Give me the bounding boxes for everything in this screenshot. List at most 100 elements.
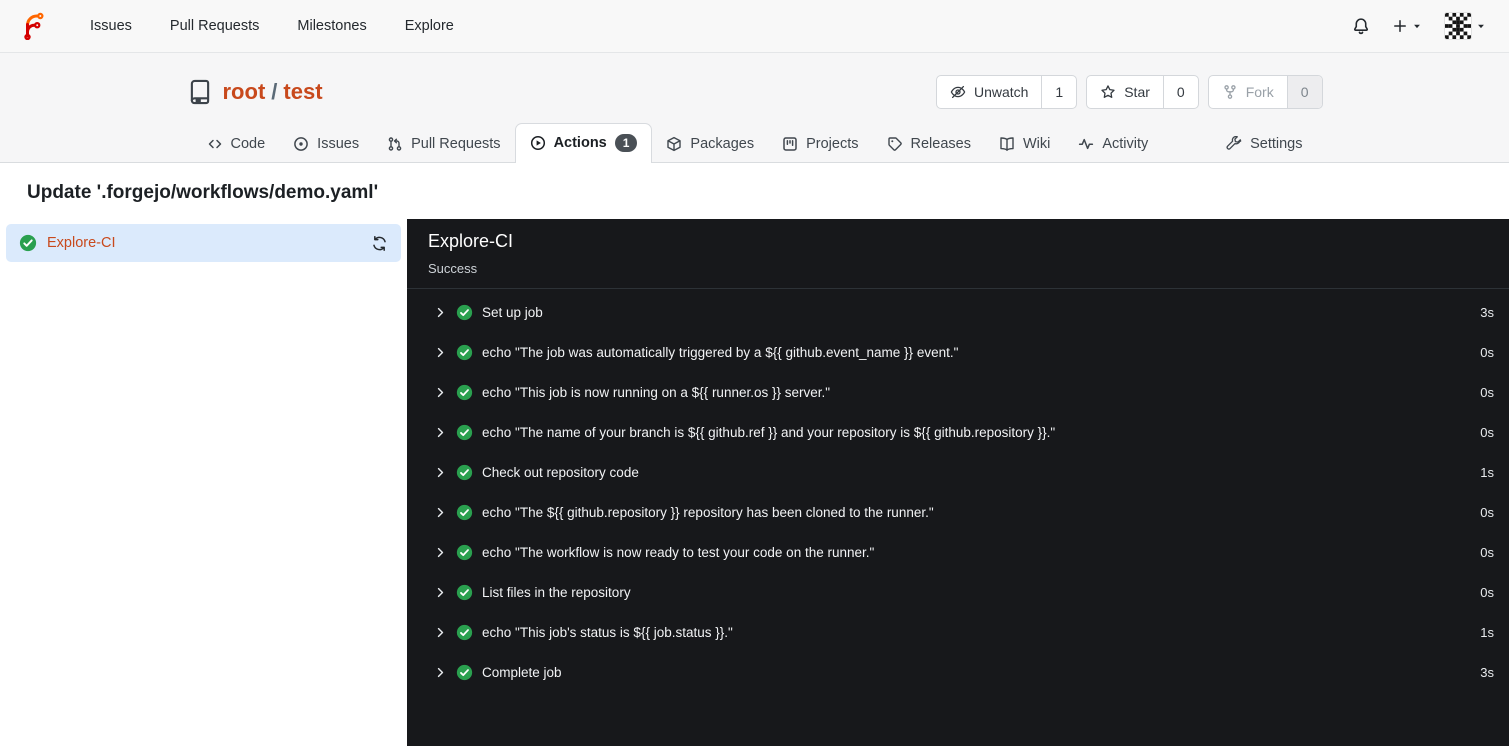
actions-run-page: Update '.forgejo/workflows/demo.yaml' Ex… xyxy=(0,163,1509,746)
success-check-icon xyxy=(456,504,473,521)
job-log-title: Explore-CI xyxy=(428,231,514,251)
chevron-right-icon xyxy=(434,506,447,519)
step-row[interactable]: echo "The workflow is now ready to test … xyxy=(407,532,1509,572)
navbar-links: Issues Pull Requests Milestones Explore xyxy=(71,8,473,44)
success-check-icon xyxy=(456,304,473,321)
play-circle-icon xyxy=(530,135,546,151)
star-label: Star xyxy=(1124,83,1150,100)
tab-code[interactable]: Code xyxy=(193,126,280,162)
job-item-explore-ci[interactable]: Explore-CI xyxy=(6,224,401,262)
unwatch-button[interactable]: Unwatch xyxy=(937,76,1041,108)
tab-wiki[interactable]: Wiki xyxy=(985,126,1064,162)
step-row[interactable]: Set up job 3s xyxy=(407,292,1509,332)
package-icon xyxy=(666,136,682,152)
tab-actions[interactable]: Actions 1 xyxy=(514,123,653,163)
step-duration: 3s xyxy=(1480,304,1494,320)
step-row[interactable]: Check out repository code 1s xyxy=(407,452,1509,492)
notifications-button[interactable] xyxy=(1348,13,1374,39)
repo-title-link[interactable]: test xyxy=(283,79,322,104)
step-row[interactable]: echo "The job was automatically triggere… xyxy=(407,332,1509,372)
step-row[interactable]: echo "The name of your branch is ${{ git… xyxy=(407,412,1509,452)
success-check-icon xyxy=(456,544,473,561)
step-duration: 1s xyxy=(1480,624,1494,640)
step-row[interactable]: List files in the repository 0s xyxy=(407,572,1509,612)
rerun-job-button[interactable] xyxy=(371,235,388,252)
repo-owner-link[interactable]: root xyxy=(223,79,266,104)
project-board-icon xyxy=(782,136,798,152)
step-name: echo "This job is now running on a ${{ r… xyxy=(482,384,831,400)
create-new-button[interactable] xyxy=(1388,14,1426,38)
book-icon xyxy=(999,136,1015,152)
tab-activity[interactable]: Activity xyxy=(1064,126,1162,162)
repo-title-row: root / test Unwatch 1 Star 0 Fork 0 xyxy=(187,53,1323,114)
repo-separator: / xyxy=(271,78,278,104)
chevron-right-icon xyxy=(434,466,447,479)
star-icon xyxy=(1100,84,1116,100)
chevron-right-icon xyxy=(434,626,447,639)
step-row[interactable]: echo "The ${{ github.repository }} repos… xyxy=(407,492,1509,532)
unwatch-label: Unwatch xyxy=(973,83,1029,100)
issue-circle-dot-icon xyxy=(293,136,309,152)
step-name: List files in the repository xyxy=(482,584,631,600)
step-duration: 0s xyxy=(1480,344,1494,360)
tag-icon xyxy=(887,136,903,152)
step-duration: 1s xyxy=(1480,464,1494,480)
nav-item-explore[interactable]: Explore xyxy=(386,8,473,44)
success-check-icon xyxy=(456,584,473,601)
stars-count[interactable]: 0 xyxy=(1162,75,1198,108)
tab-packages-label: Packages xyxy=(690,136,755,152)
fork-button-group: Fork 0 xyxy=(1207,74,1323,109)
tab-code-label: Code xyxy=(230,136,266,152)
success-check-icon xyxy=(19,234,37,252)
forks-count[interactable]: 0 xyxy=(1286,75,1322,108)
job-log-panel: Explore-CI Success Set up job 3s echo "T… xyxy=(407,219,1509,746)
unwatch-button-group: Unwatch 1 xyxy=(935,74,1078,109)
pull-request-icon xyxy=(387,136,403,152)
tab-pull-requests[interactable]: Pull Requests xyxy=(373,126,514,162)
tab-actions-label: Actions xyxy=(553,135,607,151)
step-duration: 0s xyxy=(1480,384,1494,400)
step-row[interactable]: Complete job 3s xyxy=(407,652,1509,692)
code-icon xyxy=(207,136,223,152)
step-name: Check out repository code xyxy=(482,464,639,480)
tab-settings[interactable]: Settings xyxy=(1212,126,1316,162)
step-row[interactable]: echo "This job's status is ${{ job.statu… xyxy=(407,612,1509,652)
star-button[interactable]: Star xyxy=(1087,76,1163,108)
tab-releases[interactable]: Releases xyxy=(873,126,985,162)
tab-pull-requests-label: Pull Requests xyxy=(411,136,501,152)
watchers-count[interactable]: 1 xyxy=(1041,75,1076,108)
repo-name: root / test xyxy=(223,79,323,105)
tab-settings-label: Settings xyxy=(1250,136,1303,152)
fork-label: Fork xyxy=(1245,83,1274,100)
step-duration: 0s xyxy=(1480,544,1494,560)
repo-icon xyxy=(187,79,213,105)
user-menu[interactable] xyxy=(1440,8,1490,44)
star-button-group: Star 0 xyxy=(1086,74,1199,109)
step-name: echo "The name of your branch is ${{ git… xyxy=(482,424,1056,440)
chevron-right-icon xyxy=(434,386,447,399)
jobs-sidebar: Explore-CI xyxy=(0,219,407,746)
nav-item-milestones[interactable]: Milestones xyxy=(278,8,385,44)
tab-activity-label: Activity xyxy=(1102,136,1149,152)
step-name: Set up job xyxy=(482,304,543,320)
tab-packages[interactable]: Packages xyxy=(652,126,768,162)
nav-item-pull-requests[interactable]: Pull Requests xyxy=(151,8,278,44)
tab-issues-label: Issues xyxy=(317,136,360,152)
step-row[interactable]: echo "This job is now running on a ${{ r… xyxy=(407,372,1509,412)
step-name: echo "The ${{ github.repository }} repos… xyxy=(482,504,934,520)
step-name: echo "The job was automatically triggere… xyxy=(482,344,959,360)
avatar xyxy=(1444,12,1472,40)
success-check-icon xyxy=(456,384,473,401)
chevron-right-icon xyxy=(434,346,447,359)
step-name: Complete job xyxy=(482,664,562,680)
repo-action-buttons: Unwatch 1 Star 0 Fork 0 xyxy=(935,74,1323,109)
top-navbar: Issues Pull Requests Milestones Explore xyxy=(0,0,1509,53)
wrench-icon xyxy=(1226,136,1242,152)
forgejo-logo[interactable] xyxy=(19,11,49,41)
chevron-right-icon xyxy=(434,426,447,439)
tab-issues[interactable]: Issues xyxy=(279,126,373,162)
fork-button[interactable]: Fork xyxy=(1209,76,1287,108)
nav-item-issues[interactable]: Issues xyxy=(71,8,151,44)
chevron-down-icon xyxy=(1476,21,1486,31)
tab-projects[interactable]: Projects xyxy=(768,126,872,162)
